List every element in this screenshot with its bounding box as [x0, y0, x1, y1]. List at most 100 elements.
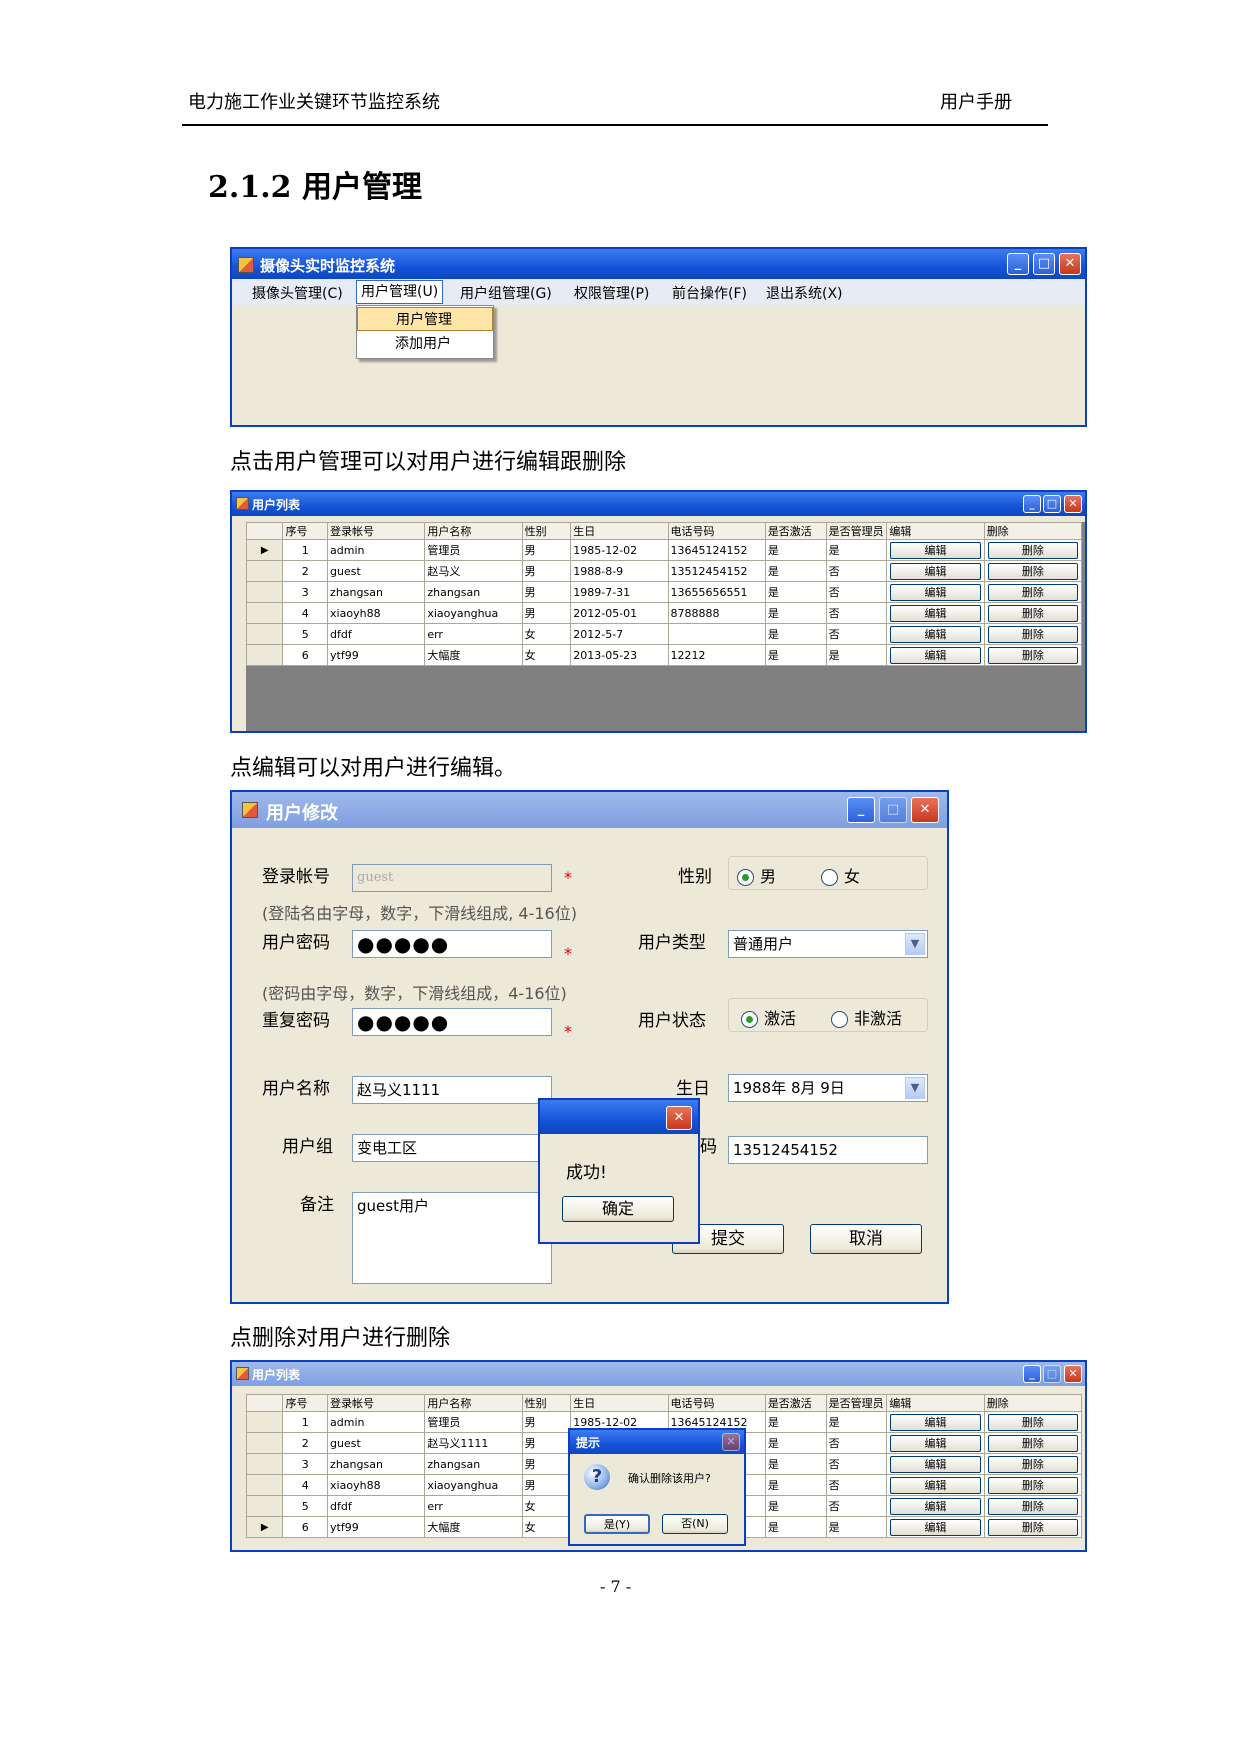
grid-cell[interactable]: 是	[764, 602, 827, 624]
delete-button[interactable]: 删除	[987, 541, 1078, 559]
note-field[interactable]: guest用户	[352, 1192, 552, 1284]
grid-cell[interactable]: guest	[327, 1432, 426, 1454]
grid-cell[interactable]: 否	[825, 581, 888, 603]
column-header[interactable]: 序号	[282, 522, 329, 540]
grid-cell[interactable]: 是	[764, 1516, 827, 1538]
grid-cell[interactable]: admin	[327, 539, 426, 561]
grid-cell[interactable]: 否	[825, 560, 888, 582]
grid-cell[interactable]: 大幅度	[424, 1516, 523, 1538]
grid-cell[interactable]: zhangsan	[424, 1453, 523, 1475]
edit-button[interactable]: 编辑	[890, 1413, 981, 1431]
grid-cell[interactable]: 1985-12-02	[570, 539, 669, 561]
edit-button[interactable]: 编辑	[890, 1455, 981, 1473]
grid-cell[interactable]: 13645124152	[667, 539, 766, 561]
column-header[interactable]: 是否管理员	[825, 1394, 888, 1412]
grid-cell[interactable]: 5	[282, 623, 329, 645]
grid-cell[interactable]: xiaoyh88	[327, 602, 426, 624]
grid-cell[interactable]: err	[424, 623, 523, 645]
delete-button[interactable]: 删除	[987, 1455, 1078, 1473]
status-inactive-option[interactable]: 非激活	[831, 1005, 902, 1029]
phone-field[interactable]: 13512454152	[728, 1136, 928, 1164]
close-icon[interactable]: ✕	[1059, 253, 1081, 275]
grid-cell[interactable]: 管理员	[424, 539, 523, 561]
edit-button[interactable]: 编辑	[890, 604, 981, 622]
menu-frontend[interactable]: 前台操作(F)	[672, 283, 747, 303]
row-selector[interactable]	[245, 1495, 284, 1517]
grid-cell[interactable]: 男	[521, 539, 572, 561]
grid-cell[interactable]: 是	[764, 1474, 827, 1496]
grid-cell[interactable]: xiaoyh88	[327, 1474, 426, 1496]
yes-button[interactable]: 是(Y)	[584, 1514, 650, 1534]
chevron-down-icon[interactable]: ▼	[905, 1077, 925, 1099]
column-header[interactable]: 生日	[570, 1394, 669, 1412]
grid-cell[interactable]: err	[424, 1495, 523, 1517]
grid-cell[interactable]: 男	[521, 1474, 572, 1496]
grid-cell[interactable]: 3	[282, 1453, 329, 1475]
grid-cell[interactable]: 2012-5-7	[570, 623, 669, 645]
grid-cell[interactable]: 男	[521, 560, 572, 582]
grid-cell[interactable]: 否	[825, 1432, 888, 1454]
row-selector[interactable]	[245, 560, 284, 582]
close-icon[interactable]: ✕	[1064, 495, 1082, 513]
column-header[interactable]: 是否激活	[764, 1394, 827, 1412]
grid-cell[interactable]: 是	[764, 1432, 827, 1454]
row-selector[interactable]: ▶	[245, 1516, 284, 1538]
password-field[interactable]: ●●●●●	[352, 930, 552, 958]
grid-cell[interactable]: xiaoyanghua	[424, 602, 523, 624]
column-header[interactable]: 性别	[521, 522, 572, 540]
table-row[interactable]: 6 ytf99 大幅度女 2013-05-23 12212 是是编辑 删除	[245, 644, 1083, 666]
chevron-down-icon[interactable]: ▼	[905, 933, 925, 955]
minimize-icon[interactable]: _	[1023, 495, 1041, 513]
delete-button[interactable]: 删除	[987, 1476, 1078, 1494]
delete-button[interactable]: 删除	[987, 1413, 1078, 1431]
edit-button[interactable]: 编辑	[890, 1476, 981, 1494]
user-type-select[interactable]: 普通用户 ▼	[728, 930, 928, 958]
column-header[interactable]: 性别	[521, 1394, 572, 1412]
edit-button[interactable]: 编辑	[890, 1497, 981, 1515]
grid-cell[interactable]: 是	[825, 1411, 888, 1433]
status-active-option[interactable]: 激活	[741, 1005, 796, 1029]
grid-cell[interactable]: 1	[282, 539, 329, 561]
grid-cell[interactable]: 是	[764, 1411, 827, 1433]
grid-cell[interactable]: 是	[764, 1453, 827, 1475]
grid-cell[interactable]: 女	[521, 1516, 572, 1538]
grid-cell[interactable]: 赵马义1111	[424, 1432, 523, 1454]
row-selector[interactable]	[245, 581, 284, 603]
column-header[interactable]: 是否管理员	[825, 522, 888, 540]
grid-cell[interactable]: 女	[521, 1495, 572, 1517]
column-header[interactable]: 编辑	[886, 1394, 985, 1412]
grid-cell[interactable]: ytf99	[327, 1516, 426, 1538]
grid-cell[interactable]	[667, 623, 766, 645]
close-icon[interactable]: ✕	[911, 797, 939, 823]
grid-cell[interactable]: 6	[282, 644, 329, 666]
menu-user-group[interactable]: 用户组管理(G)	[460, 283, 552, 303]
grid-cell[interactable]: 13655656551	[667, 581, 766, 603]
gender-female-option[interactable]: 女	[821, 863, 860, 887]
menu-permission[interactable]: 权限管理(P)	[574, 283, 649, 303]
grid-cell[interactable]: 否	[825, 1474, 888, 1496]
grid-cell[interactable]: 13512454152	[667, 560, 766, 582]
grid-cell[interactable]: 5	[282, 1495, 329, 1517]
grid-cell[interactable]: 否	[825, 602, 888, 624]
edit-button[interactable]: 编辑	[890, 583, 981, 601]
grid-cell[interactable]: 4	[282, 1474, 329, 1496]
grid-cell[interactable]: 是	[764, 623, 827, 645]
grid-cell[interactable]: 男	[521, 1411, 572, 1433]
grid-cell[interactable]: 女	[521, 623, 572, 645]
delete-button[interactable]: 删除	[987, 1518, 1078, 1536]
grid-cell[interactable]: 是	[825, 1516, 888, 1538]
grid-cell[interactable]: zhangsan	[424, 581, 523, 603]
ok-button[interactable]: 确定	[562, 1196, 674, 1222]
edit-button[interactable]: 编辑	[890, 1518, 981, 1536]
column-header[interactable]: 用户名称	[424, 522, 523, 540]
row-selector[interactable]	[245, 1474, 284, 1496]
table-row[interactable]: 2 guest 赵马义男 1988-8-9 13512454152 是否编辑 删除	[245, 560, 1083, 582]
grid-cell[interactable]: 1989-7-31	[570, 581, 669, 603]
gender-male-option[interactable]: 男	[737, 863, 776, 887]
grid-cell[interactable]: 8788888	[667, 602, 766, 624]
grid-cell[interactable]: 1988-8-9	[570, 560, 669, 582]
grid-cell[interactable]: 1	[282, 1411, 329, 1433]
user-group-select[interactable]: 变电工区	[352, 1134, 552, 1162]
grid-cell[interactable]: 是	[825, 539, 888, 561]
grid-cell[interactable]: 6	[282, 1516, 329, 1538]
